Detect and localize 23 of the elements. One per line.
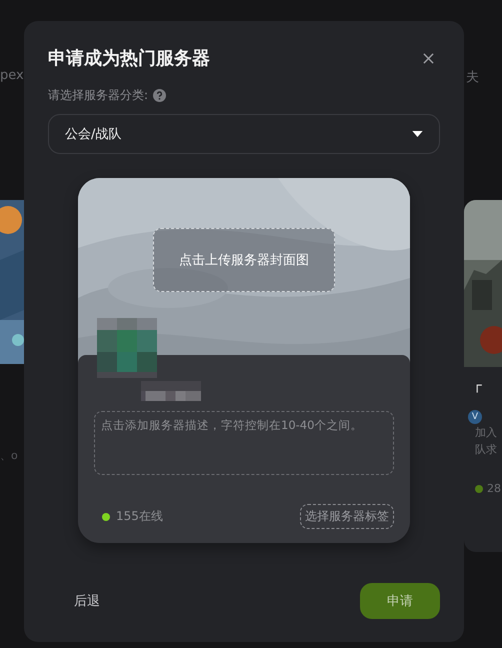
avatar-icon <box>97 318 157 378</box>
description-field[interactable]: 点击添加服务器描述，字符控制在10-40个之间。 <box>94 411 394 475</box>
background-text: pex <box>0 68 24 85</box>
card-description: 加入 <box>475 425 498 441</box>
background-text: 夫 <box>465 69 480 87</box>
upload-cover-button[interactable]: 点击上传服务器封面图 <box>153 228 335 292</box>
help-icon[interactable] <box>153 89 166 102</box>
field-label: 请选择服务器分类: <box>48 87 148 104</box>
category-dropdown[interactable]: 公会/战队 <box>48 114 440 154</box>
verified-badge: V <box>468 410 482 424</box>
back-button[interactable]: 后退 <box>48 584 126 618</box>
apply-button[interactable]: 申请 <box>360 583 440 619</box>
online-dot-icon <box>102 512 110 520</box>
close-icon[interactable] <box>423 52 434 64</box>
card-description: 队求 <box>475 442 498 458</box>
online-count: 28 <box>487 482 501 495</box>
card-description: 、o <box>0 448 19 463</box>
select-tags-button[interactable]: 选择服务器标签 <box>300 504 394 529</box>
online-dot-icon <box>475 484 483 492</box>
online-count: 155在线 <box>116 508 163 525</box>
caret-icon <box>412 131 423 137</box>
dialog-title: 申请成为热门服务器 <box>48 47 210 70</box>
card-title: 「 <box>468 383 484 402</box>
